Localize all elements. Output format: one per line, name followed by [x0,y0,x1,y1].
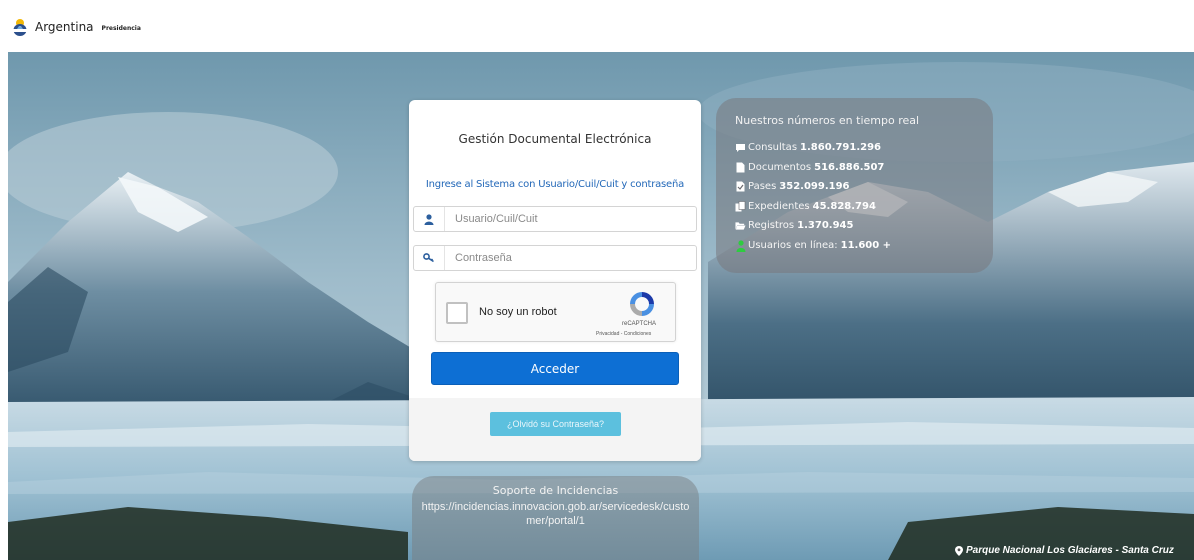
stat-value: 516.886.507 [814,162,885,173]
recaptcha-widget: No soy un robot reCAPTCHA Privacidad - C… [435,282,676,342]
support-panel: Soporte de Incidencias https://incidenci… [412,476,699,560]
files-icon [735,201,746,212]
recaptcha-label: No soy un robot [479,306,557,318]
stat-value: 11.600 + [840,240,892,251]
recaptcha-checkbox[interactable] [446,302,468,324]
file-icon [735,162,746,173]
map-marker-icon [955,545,963,556]
acceder-button[interactable]: Acceder [431,352,679,385]
stat-label: Registros [748,220,795,231]
stat-usuarios: Usuarios en línea: 11.600 + [735,239,892,252]
stat-expedientes: Expedientes 45.828.794 [735,201,876,212]
top-header: Argentina Presidencia [0,0,1194,52]
password-input[interactable] [444,246,696,270]
stat-registros: Registros 1.370.945 [735,220,853,231]
stat-label: Consultas [748,142,798,153]
key-icon [414,246,444,270]
stat-label: Documentos [748,162,812,173]
file-pass-icon [735,181,746,192]
login-card-footer: ¿Olvidó su Contraseña? [409,398,701,461]
logo-name: Argentina [35,20,94,34]
stat-value: 352.099.196 [779,181,850,192]
login-title: Gestión Documental Electrónica [458,132,652,146]
argentina-logo[interactable]: Argentina Presidencia [10,17,141,37]
recaptcha-brand: reCAPTCHA [622,321,657,327]
user-online-icon [735,239,746,252]
stats-title: Nuestros números en tiempo real [735,114,920,127]
stat-value: 1.370.945 [797,220,854,231]
forgot-password-button[interactable]: ¿Olvidó su Contraseña? [490,412,621,436]
login-card: Gestión Documental Electrónica Ingrese a… [409,100,701,461]
username-field [413,206,697,232]
logo-subtitle: Presidencia [101,25,141,32]
support-title: Soporte de Incidencias [492,484,619,497]
stat-documentos: Documentos 516.886.507 [735,162,884,173]
user-icon [414,207,444,231]
username-input[interactable] [444,207,696,231]
comment-icon [735,142,746,153]
recaptcha-links[interactable]: Privacidad - Condiciones [596,331,651,337]
folder-open-icon [735,220,746,231]
location-caption: Parque Nacional Los Glaciares - Santa Cr… [955,545,1174,556]
stat-label: Pases [748,181,777,192]
login-subtitle: Ingrese al Sistema con Usuario/Cuil/Cuit… [425,179,685,190]
stat-pases: Pases 352.099.196 [735,181,850,192]
stat-value: 45.828.794 [812,201,876,212]
coat-of-arms-icon [13,19,27,36]
location-text: Parque Nacional Los Glaciares - Santa Cr… [966,545,1174,556]
password-field [413,245,697,271]
support-link[interactable]: https://incidencias.innovacion.gob.ar/se… [412,500,699,528]
stat-label: Expedientes [748,201,810,212]
realtime-stats-panel: Nuestros números en tiempo real Consulta… [716,98,993,273]
stat-consultas: Consultas 1.860.791.296 [735,142,881,153]
recaptcha-logo-icon [630,292,654,316]
stat-value: 1.860.791.296 [800,142,882,153]
stat-label: Usuarios en línea: [748,240,838,251]
